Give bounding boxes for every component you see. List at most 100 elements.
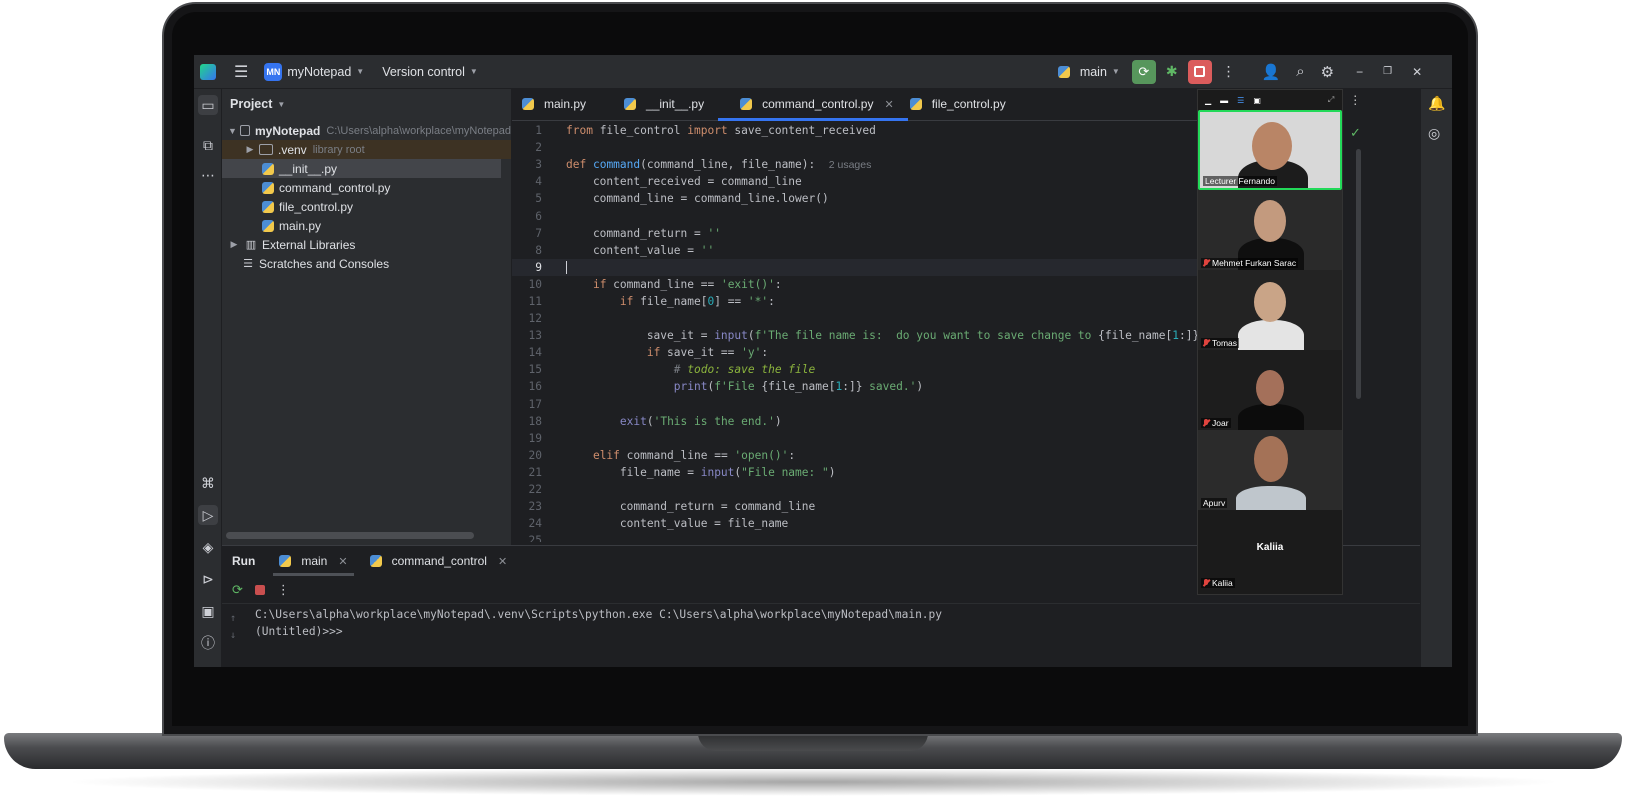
tab-init-py[interactable]: __init__.py	[600, 88, 718, 120]
thumbnail-view-icon[interactable]: ▣	[1253, 96, 1261, 105]
notifications-bell-icon[interactable]: 🔔	[1428, 95, 1445, 112]
problems-icon[interactable]: ⓘ	[198, 633, 218, 653]
line-number: 13	[528, 329, 542, 343]
branch-selector[interactable]: main ▼	[1057, 64, 1120, 79]
video-tile[interactable]: Tomas	[1198, 270, 1342, 350]
scroll-up-icon[interactable]: ↑	[230, 610, 236, 627]
line-number: 6	[535, 209, 542, 223]
close-icon[interactable]: ✕	[1412, 65, 1422, 79]
project-switcher[interactable]: MN myNotepad ▼	[264, 62, 364, 81]
tree-item-venv[interactable]: ▶ .venv library root	[222, 140, 511, 159]
gallery-view-icon[interactable]: ☰	[1237, 96, 1244, 105]
stop-icon[interactable]	[254, 584, 265, 595]
line-number: 14	[528, 346, 542, 360]
tab-main-py[interactable]: main.py	[512, 88, 600, 120]
left-tool-strip: ▭ ⧉ ⋯ ⌘ ▷ ◈ ⊳ ▣ ⓘ	[194, 89, 222, 667]
video-tile-camera-off[interactable]: Kaliia Kaliia	[1198, 510, 1342, 590]
main-menu-icon[interactable]: ☰	[234, 62, 248, 82]
tab-label: file_control.py	[931, 97, 1006, 111]
video-tile[interactable]: Apurv	[1198, 430, 1342, 510]
vertical-scrollbar[interactable]	[1356, 149, 1361, 399]
participant-silhouette	[1238, 404, 1304, 430]
video-tile-speaker[interactable]: Lecturer Fernando	[1198, 110, 1342, 190]
tree-root[interactable]: ▼ myNotepad C:\Users\alpha\workplace\myN…	[222, 121, 511, 140]
participant-face	[1254, 200, 1286, 242]
tree-item-file-control[interactable]: file_control.py	[222, 197, 511, 216]
search-icon[interactable]: ⌕	[1296, 63, 1304, 80]
line-number: 19	[528, 431, 542, 445]
run-tab-main[interactable]: main ✕	[273, 546, 354, 576]
tree-item-command-control[interactable]: command_control.py	[222, 178, 511, 197]
vcs-menu[interactable]: Version control ▼	[382, 65, 478, 79]
participant-name: Joar	[1201, 418, 1231, 428]
tab-file-control-py[interactable]: file_control.py	[908, 88, 1020, 120]
run-panel-title: Run	[232, 554, 256, 568]
python-file-icon	[624, 98, 637, 110]
run-tab-command-control[interactable]: command_control ✕	[369, 546, 507, 576]
python-file-icon	[369, 555, 382, 567]
participant-name: Mehmet Furkan Sarac	[1201, 258, 1299, 268]
project-badge: MN	[264, 62, 283, 81]
settings-gear-icon[interactable]: ⚙	[1321, 63, 1334, 81]
inspection-ok-icon[interactable]: ✓	[1350, 125, 1361, 141]
structure-icon[interactable]: ⧉	[198, 135, 218, 155]
scroll-down-icon[interactable]: ↓	[230, 627, 236, 644]
debug-icon[interactable]: ✱	[1166, 63, 1178, 80]
tab-label: main.py	[544, 97, 587, 111]
layers-icon[interactable]: ◈	[198, 537, 218, 557]
project-folder-icon[interactable]: ▭	[198, 95, 218, 115]
python-file-icon	[279, 555, 292, 567]
python-file-icon	[262, 181, 274, 194]
close-tab-icon[interactable]: ✕	[884, 98, 893, 111]
branch-name: main	[1079, 64, 1107, 79]
close-tab-icon[interactable]: ✕	[338, 555, 347, 568]
minimize-view-icon[interactable]: ▁	[1205, 96, 1211, 105]
project-header[interactable]: Project ▼	[222, 89, 511, 119]
tab-command-control-py[interactable]: command_control.py ✕	[718, 88, 908, 121]
more-tools-icon[interactable]: ⋯	[198, 165, 218, 185]
tree-item-label: __init__.py	[279, 161, 338, 176]
rerun-button[interactable]: ⟳	[1131, 59, 1156, 84]
add-user-icon[interactable]: 👤	[1262, 63, 1281, 81]
usages-hint[interactable]: 2 usages	[829, 159, 872, 171]
line-number: 4	[535, 175, 542, 189]
python-file-icon	[262, 162, 274, 175]
console-output[interactable]: ↑ ↓ C:\Users\alpha\workplace\myNotepad\.…	[222, 604, 1420, 641]
more-icon[interactable]: ⋮	[1349, 93, 1361, 107]
line-number: 11	[528, 294, 542, 308]
restore-icon[interactable]: ❐	[1383, 66, 1392, 77]
participant-face	[1252, 122, 1292, 170]
ai-assistant-icon[interactable]: ◎	[1428, 125, 1440, 142]
tree-item-scratches[interactable]: ☰ Scratches and Consoles	[222, 254, 511, 273]
tree-item-label: command_control.py	[279, 180, 391, 195]
rerun-icon[interactable]: ⟳	[232, 582, 243, 598]
line-number: 24	[528, 517, 542, 531]
python-console-icon[interactable]: ⌘	[198, 473, 218, 493]
more-icon[interactable]: ⋮	[1222, 63, 1236, 80]
console-line: C:\Users\alpha\workplace\myNotepad\.venv…	[255, 608, 943, 621]
minimize-icon[interactable]: −	[1356, 65, 1363, 79]
video-call-toolbar: ▁ ▬ ☰ ▣ ⤢ ⋮	[1198, 90, 1361, 110]
tree-item-label: main.py	[279, 218, 322, 233]
chevron-down-icon: ▼	[277, 99, 286, 109]
run-tool-icon[interactable]: ▷	[198, 505, 218, 525]
services-icon[interactable]: ⊳	[198, 569, 218, 589]
terminal-icon[interactable]: ▣	[198, 601, 218, 621]
title-bar: ☰ MN myNotepad ▼ Version control ▼ main …	[194, 55, 1452, 89]
tree-item-main[interactable]: main.py	[222, 216, 511, 235]
stop-button[interactable]	[1187, 59, 1212, 84]
line-number: 3	[535, 158, 542, 172]
video-tile[interactable]: Joar	[1198, 350, 1342, 430]
close-tab-icon[interactable]: ✕	[498, 555, 507, 568]
speaker-view-icon[interactable]: ▬	[1220, 96, 1228, 105]
horizontal-scrollbar[interactable]	[226, 532, 474, 539]
project-header-label: Project	[230, 97, 273, 111]
tree-item-init[interactable]: __init__.py	[222, 159, 501, 178]
expand-icon[interactable]: ⤢	[1328, 95, 1334, 105]
participant-silhouette	[1238, 320, 1304, 350]
video-tile[interactable]: Mehmet Furkan Sarac	[1198, 190, 1342, 270]
expand-arrow-icon: ▼	[228, 125, 237, 136]
pycharm-logo-icon	[200, 63, 216, 80]
more-icon[interactable]: ⋮	[277, 582, 290, 598]
tree-item-external-libraries[interactable]: ▶ ▥ External Libraries	[222, 235, 511, 254]
